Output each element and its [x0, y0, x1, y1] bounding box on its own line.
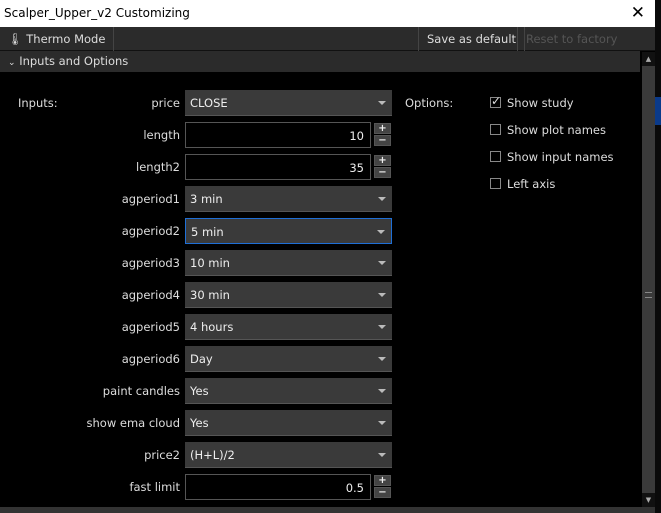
- option-label: Show plot names: [507, 123, 606, 137]
- input-label: agperiod6: [121, 352, 180, 366]
- dropdown-arrow-icon: [378, 197, 386, 201]
- input-label: show ema cloud: [86, 416, 181, 430]
- select-value: 3 min: [190, 192, 223, 206]
- input-row: agperiod3 10 min: [0, 250, 400, 276]
- input-select[interactable]: 3 min: [185, 186, 392, 212]
- scroll-down-icon[interactable]: ▼: [642, 493, 655, 507]
- thermo-mode-button[interactable]: 🌡︎ Thermo Mode: [0, 27, 115, 51]
- thermometer-icon: 🌡︎: [8, 32, 23, 46]
- checkbox-icon[interactable]: [490, 151, 501, 162]
- input-row: agperiod6 Day: [0, 346, 400, 372]
- input-select[interactable]: Yes: [185, 378, 392, 404]
- checkbox-icon[interactable]: [490, 124, 501, 135]
- option-label: Show study: [507, 96, 574, 110]
- dropdown-arrow-icon: [377, 230, 385, 234]
- input-row: fast limit 0.5 + −: [0, 474, 400, 500]
- option-checkbox[interactable]: Show plot names: [490, 123, 606, 137]
- option-checkbox[interactable]: Show study: [490, 94, 574, 110]
- input-label: agperiod3: [121, 256, 180, 270]
- input-label: length2: [136, 160, 180, 174]
- scroll-grip-icon: [645, 292, 652, 298]
- select-value: 30 min: [190, 288, 230, 302]
- title-bar: Scalper_Upper_v2 Customizing ✕: [0, 0, 655, 27]
- inputs-options-section-header[interactable]: ⌄ Inputs and Options: [0, 51, 640, 72]
- input-label: paint candles: [102, 384, 180, 398]
- option-label: Show input names: [507, 150, 614, 164]
- chevron-down-icon: ⌄: [8, 58, 16, 68]
- dropdown-arrow-icon: [378, 261, 386, 265]
- option-label: Left axis: [507, 177, 556, 191]
- select-value: (H+L)/2: [190, 448, 235, 462]
- section-title: Inputs and Options: [19, 54, 129, 68]
- input-row: agperiod5 4 hours: [0, 314, 400, 340]
- input-row: agperiod2 5 min: [0, 218, 400, 244]
- checkbox-icon[interactable]: [490, 178, 501, 189]
- input-row: length 10 + −: [0, 122, 400, 148]
- input-row: length2 35 + −: [0, 154, 400, 180]
- options-heading: Options:: [405, 96, 454, 110]
- checkbox-icon[interactable]: [490, 94, 501, 108]
- input-label: length: [143, 128, 180, 142]
- input-select[interactable]: 5 min: [185, 218, 392, 244]
- input-select[interactable]: 10 min: [185, 250, 392, 276]
- save-as-default-button[interactable]: Save as default: [418, 27, 526, 51]
- scrollbar[interactable]: ▲ ▼: [642, 52, 655, 507]
- select-value: Yes: [190, 384, 209, 398]
- select-value: 10 min: [190, 256, 230, 270]
- input-row: agperiod1 3 min: [0, 186, 400, 212]
- input-label: price: [151, 96, 180, 110]
- input-label: agperiod1: [121, 192, 180, 206]
- dropdown-arrow-icon: [378, 357, 386, 361]
- toolbar: 🌡︎ Thermo Mode Save as default Reset to …: [0, 27, 655, 70]
- select-value: Yes: [190, 416, 209, 430]
- select-value: 5 min: [191, 225, 224, 239]
- input-label: agperiod4: [121, 288, 180, 302]
- thermo-mode-label: Thermo Mode: [26, 32, 106, 46]
- input-select[interactable]: Yes: [185, 410, 392, 436]
- select-value: Day: [190, 352, 213, 366]
- close-icon[interactable]: ✕: [631, 3, 645, 23]
- dropdown-arrow-icon: [378, 293, 386, 297]
- decrement-minus-icon[interactable]: −: [374, 487, 391, 498]
- input-label: agperiod5: [121, 320, 180, 334]
- background-app: [655, 0, 661, 513]
- dropdown-arrow-icon: [378, 389, 386, 393]
- decrement-minus-icon[interactable]: −: [374, 135, 391, 146]
- input-select[interactable]: 30 min: [185, 282, 392, 308]
- number-input[interactable]: 35: [185, 154, 371, 180]
- dropdown-arrow-icon: [378, 421, 386, 425]
- option-checkbox[interactable]: Show input names: [490, 150, 614, 164]
- input-select[interactable]: Day: [185, 346, 392, 372]
- select-value: CLOSE: [190, 96, 228, 110]
- input-label: fast limit: [129, 480, 180, 494]
- input-row: show ema cloud Yes: [0, 410, 400, 436]
- dropdown-arrow-icon: [378, 325, 386, 329]
- input-row: paint candles Yes: [0, 378, 400, 404]
- reset-factory-default-button[interactable]: Reset to factory default: [517, 27, 655, 70]
- dropdown-arrow-icon: [378, 453, 386, 457]
- increment-plus-icon[interactable]: +: [374, 123, 391, 134]
- input-label: agperiod2: [121, 224, 180, 238]
- number-input[interactable]: 0.5: [185, 474, 371, 500]
- input-select[interactable]: 4 hours: [185, 314, 392, 340]
- input-label: price2: [144, 448, 180, 462]
- decrement-minus-icon[interactable]: −: [374, 167, 391, 178]
- input-select[interactable]: (H+L)/2: [185, 442, 392, 468]
- number-input[interactable]: 10: [185, 122, 371, 148]
- input-row: agperiod4 30 min: [0, 282, 400, 308]
- input-select[interactable]: CLOSE: [185, 90, 392, 116]
- increment-plus-icon[interactable]: +: [374, 155, 391, 166]
- option-checkbox[interactable]: Left axis: [490, 177, 555, 191]
- bottom-edge: [0, 507, 655, 513]
- dropdown-arrow-icon: [378, 101, 386, 105]
- select-value: 4 hours: [190, 320, 234, 334]
- window-title: Scalper_Upper_v2 Customizing: [4, 6, 190, 20]
- increment-plus-icon[interactable]: +: [374, 475, 391, 486]
- scroll-up-icon[interactable]: ▲: [642, 52, 655, 66]
- input-row: price CLOSE: [0, 90, 400, 116]
- input-row: price2 (H+L)/2: [0, 442, 400, 468]
